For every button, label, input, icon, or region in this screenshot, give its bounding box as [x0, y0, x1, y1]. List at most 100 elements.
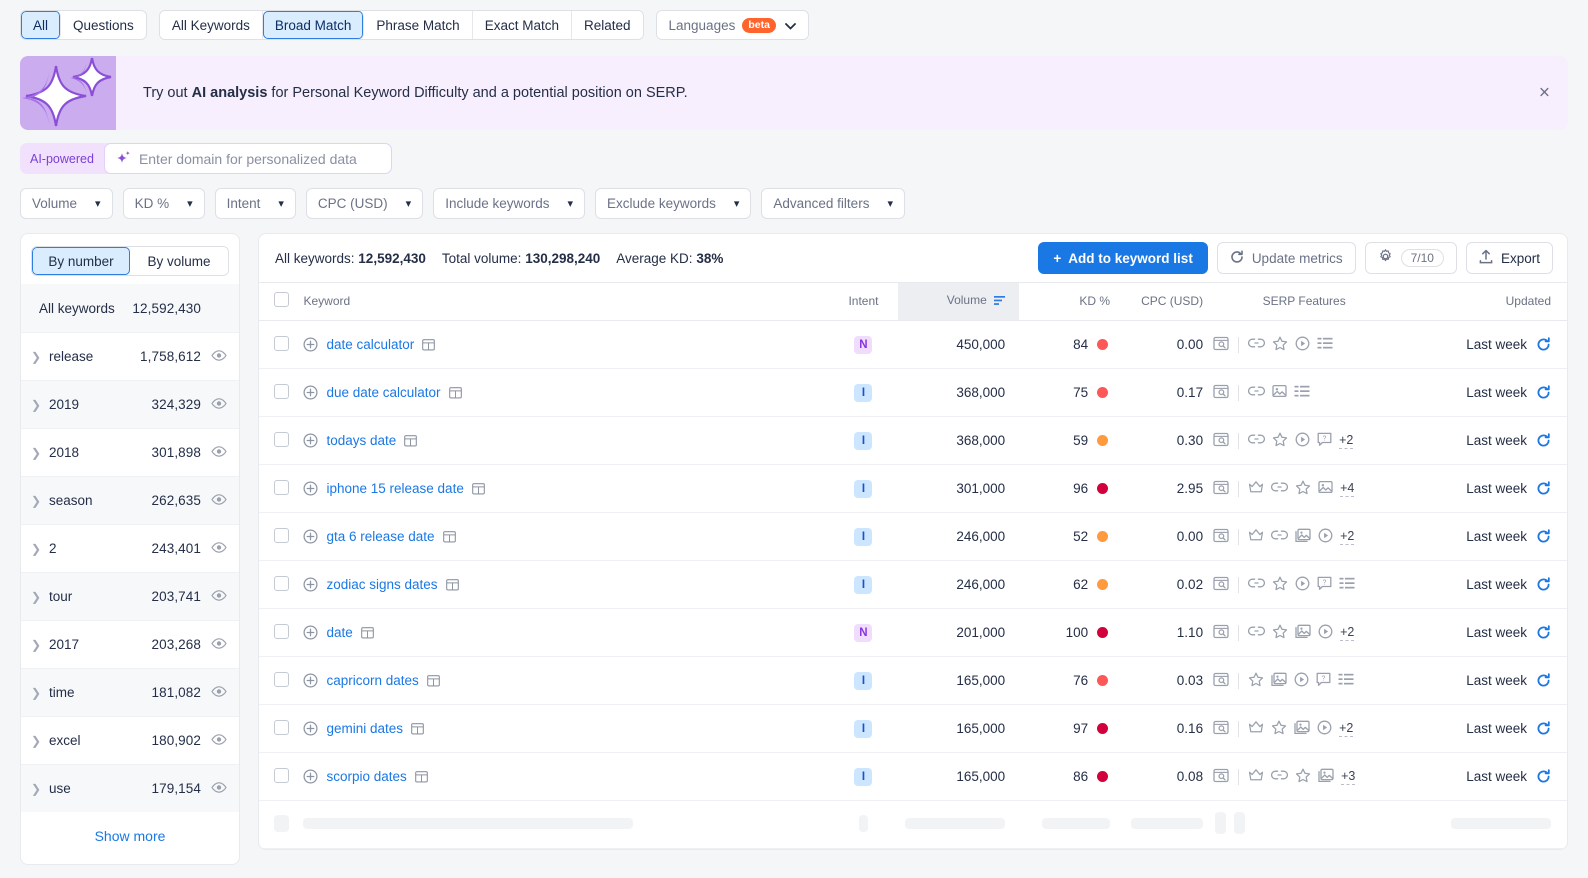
- intent-badge[interactable]: I: [854, 719, 873, 738]
- crown-icon[interactable]: [1248, 480, 1264, 497]
- keyword-link[interactable]: capricorn dates: [326, 673, 418, 688]
- keyword-link[interactable]: gta 6 release date: [326, 529, 434, 544]
- crown-icon[interactable]: [1248, 528, 1264, 545]
- row-refresh-icon[interactable]: [1536, 673, 1551, 688]
- chevron-right-icon[interactable]: ❯: [31, 494, 49, 508]
- eye-icon[interactable]: [201, 733, 227, 748]
- keyword-link[interactable]: date calculator: [326, 337, 414, 352]
- star-icon[interactable]: [1272, 432, 1288, 450]
- filter-exclude-keywords[interactable]: Exclude keywords ▾: [595, 188, 752, 219]
- serp-analysis-icon[interactable]: [404, 434, 418, 447]
- column-kd[interactable]: KD %: [1019, 282, 1111, 321]
- link-icon[interactable]: [1271, 529, 1289, 544]
- row-checkbox[interactable]: [273, 527, 289, 543]
- sidebar-group-row[interactable]: ❯ 2019 324,329: [21, 380, 239, 428]
- star-icon[interactable]: [1272, 624, 1288, 642]
- serp-preview-icon[interactable]: [1213, 720, 1229, 738]
- intent-badge[interactable]: I: [854, 431, 873, 450]
- sidebar-group-row[interactable]: ❯ release 1,758,612: [21, 332, 239, 380]
- images-icon[interactable]: [1318, 768, 1334, 786]
- serp-preview-icon[interactable]: [1213, 672, 1229, 690]
- list-icon[interactable]: [1338, 673, 1354, 689]
- keyword-link[interactable]: zodiac signs dates: [326, 577, 437, 592]
- row-checkbox[interactable]: [273, 623, 289, 639]
- sidebar-group-row[interactable]: ❯ season 262,635: [21, 476, 239, 524]
- video-icon[interactable]: [1295, 432, 1310, 450]
- star-icon[interactable]: [1272, 576, 1288, 594]
- add-keyword-icon[interactable]: [303, 433, 318, 448]
- add-keyword-icon[interactable]: [303, 673, 318, 688]
- toggle-by-volume[interactable]: By volume: [130, 247, 228, 275]
- row-refresh-icon[interactable]: [1536, 337, 1551, 352]
- intent-badge[interactable]: I: [854, 575, 873, 594]
- serp-more-badge[interactable]: +3: [1341, 769, 1356, 785]
- intent-badge[interactable]: N: [854, 623, 873, 642]
- keyword-link[interactable]: iphone 15 release date: [326, 481, 463, 496]
- export-button[interactable]: Export: [1465, 242, 1553, 274]
- intent-badge[interactable]: N: [854, 335, 873, 354]
- star-icon[interactable]: [1248, 672, 1264, 690]
- sidebar-show-more[interactable]: Show more: [21, 812, 239, 864]
- sidebar-group-row[interactable]: ❯ 2017 203,268: [21, 620, 239, 668]
- keyword-link[interactable]: date: [326, 625, 352, 640]
- link-icon[interactable]: [1271, 481, 1289, 496]
- languages-dropdown[interactable]: Languages beta: [655, 10, 809, 40]
- keyword-link[interactable]: due date calculator: [326, 385, 440, 400]
- filter-kd[interactable]: KD % ▾: [122, 188, 205, 219]
- images-icon[interactable]: [1294, 720, 1310, 738]
- image-icon[interactable]: [1272, 384, 1287, 401]
- video-icon[interactable]: [1295, 576, 1310, 594]
- images-icon[interactable]: [1271, 672, 1287, 690]
- link-icon[interactable]: [1248, 577, 1266, 592]
- row-checkbox[interactable]: [273, 767, 289, 783]
- table-row[interactable]: iphone 15 release date I 301,000 96 2.95 +4 La…: [259, 464, 1567, 513]
- question-icon[interactable]: ?: [1317, 576, 1332, 594]
- video-icon[interactable]: [1295, 336, 1310, 354]
- sidebar-group-row[interactable]: ❯ tour 203,741: [21, 572, 239, 620]
- serp-analysis-icon[interactable]: [411, 722, 424, 735]
- column-updated[interactable]: Updated: [1405, 282, 1567, 321]
- serp-analysis-icon[interactable]: [426, 674, 440, 687]
- close-icon[interactable]: ×: [1539, 84, 1550, 103]
- column-cpc[interactable]: CPC (USD): [1110, 282, 1204, 321]
- chevron-right-icon[interactable]: ❯: [31, 638, 49, 652]
- crown-icon[interactable]: [1248, 768, 1264, 785]
- star-icon[interactable]: [1295, 480, 1311, 498]
- add-keyword-icon[interactable]: [303, 625, 318, 640]
- keyword-link[interactable]: todays date: [326, 433, 396, 448]
- tab-all-keywords[interactable]: All Keywords: [159, 11, 263, 39]
- chevron-right-icon[interactable]: ❯: [31, 446, 49, 460]
- row-refresh-icon[interactable]: [1536, 721, 1551, 736]
- chevron-right-icon[interactable]: ❯: [31, 542, 49, 556]
- row-refresh-icon[interactable]: [1536, 577, 1551, 592]
- eye-icon[interactable]: [201, 541, 227, 556]
- serp-preview-icon[interactable]: [1213, 528, 1229, 546]
- row-refresh-icon[interactable]: [1536, 481, 1551, 496]
- add-keyword-icon[interactable]: [303, 481, 318, 496]
- table-row[interactable]: scorpio dates I 165,000 86 0.08 +3 Last week: [259, 752, 1567, 801]
- table-row[interactable]: zodiac signs dates I 246,000 62 0.02? Last we…: [259, 560, 1567, 609]
- table-row[interactable]: date N 201,000 100 1.10 +2 Last week: [259, 608, 1567, 657]
- add-keyword-icon[interactable]: [303, 769, 318, 784]
- row-refresh-icon[interactable]: [1536, 529, 1551, 544]
- column-volume[interactable]: Volume: [897, 282, 1020, 321]
- question-icon[interactable]: ?: [1316, 672, 1331, 690]
- question-icon[interactable]: ?: [1317, 432, 1332, 450]
- serp-analysis-icon[interactable]: [442, 530, 456, 543]
- add-keyword-icon[interactable]: [303, 577, 318, 592]
- table-row[interactable]: capricorn dates I 165,000 76 0.03? Last week: [259, 656, 1567, 705]
- column-keyword[interactable]: Keyword: [303, 282, 830, 321]
- intent-badge[interactable]: I: [854, 383, 873, 402]
- filter-advanced[interactable]: Advanced filters ▾: [761, 188, 905, 219]
- intent-badge[interactable]: I: [854, 479, 873, 498]
- column-settings-button[interactable]: 7/10: [1364, 242, 1457, 274]
- serp-preview-icon[interactable]: [1213, 432, 1229, 450]
- star-icon[interactable]: [1272, 336, 1288, 354]
- link-icon[interactable]: [1248, 385, 1266, 400]
- eye-icon[interactable]: [201, 349, 227, 364]
- keyword-link[interactable]: gemini dates: [326, 721, 403, 736]
- table-row[interactable]: gemini dates I 165,000 97 0.16 +2 Last week: [259, 704, 1567, 753]
- chevron-right-icon[interactable]: ❯: [31, 686, 49, 700]
- star-icon[interactable]: [1295, 768, 1311, 786]
- serp-analysis-icon[interactable]: [448, 386, 462, 399]
